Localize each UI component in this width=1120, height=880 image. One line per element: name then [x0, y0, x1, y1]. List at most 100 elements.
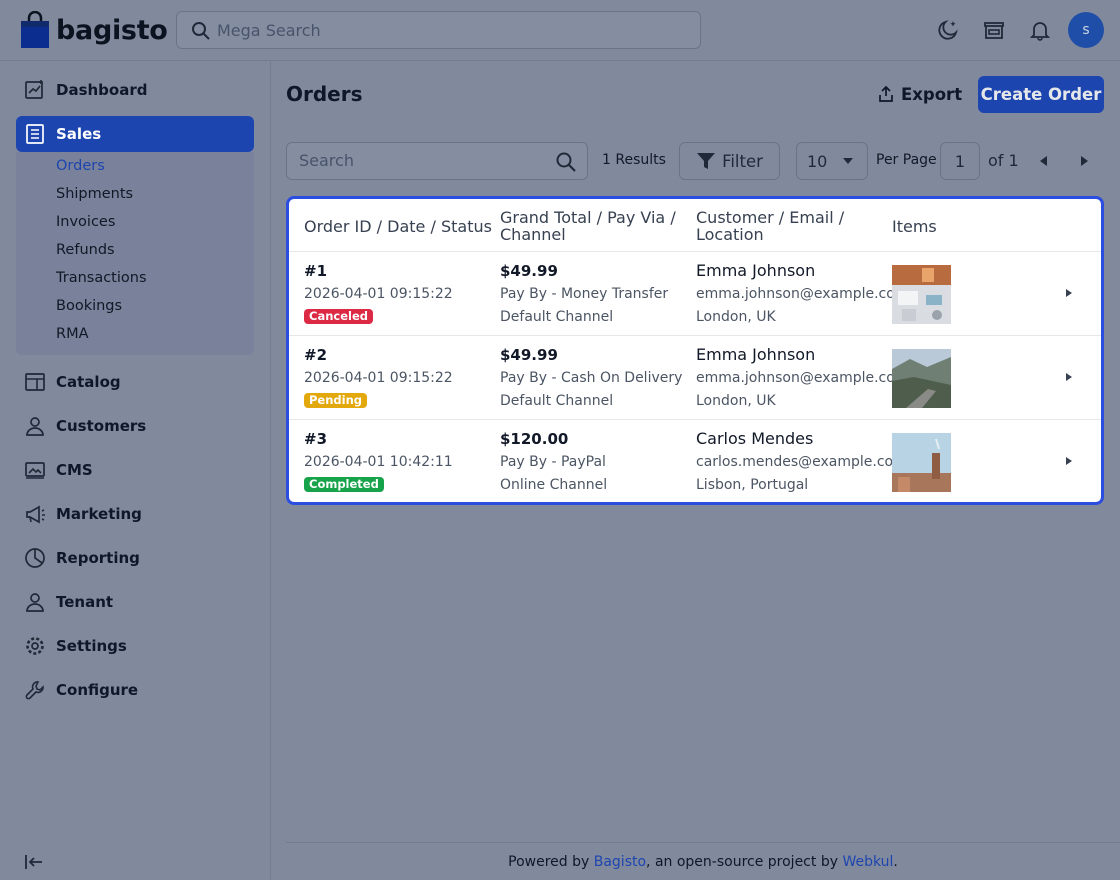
sidebar-item-label: Tenant: [56, 593, 114, 611]
customer-name: Emma Johnson: [696, 261, 816, 280]
customer-email: emma.johnson@example.com: [696, 286, 909, 302]
row-view-arrow-icon[interactable]: [1066, 373, 1072, 381]
sidebar-item-label: Reporting: [56, 549, 140, 567]
filter-button[interactable]: Filter: [679, 142, 780, 180]
header-items: Items: [892, 217, 937, 236]
grand-total: $49.99: [500, 262, 558, 280]
footer-suffix: .: [893, 853, 898, 870]
wrench-icon: [25, 681, 44, 700]
export-button[interactable]: Export: [877, 81, 962, 107]
sidebar-item-label: CMS: [56, 461, 93, 479]
row-view-arrow-icon[interactable]: [1066, 457, 1072, 465]
customer-name: Carlos Mendes: [696, 429, 814, 448]
header-customer[interactable]: Customer / Email / Location: [696, 209, 844, 243]
customer-location: London, UK: [696, 309, 776, 325]
footer-middle: , an open-source project by: [646, 853, 838, 870]
page-total-label: of 1: [988, 151, 1019, 170]
header-grand-total[interactable]: Grand Total / Pay Via / Channel: [500, 209, 676, 243]
filter-icon: [697, 153, 716, 169]
mega-search[interactable]: [176, 11, 701, 49]
per-page-select[interactable]: 10: [796, 142, 868, 180]
user-avatar[interactable]: s: [1068, 12, 1104, 48]
shopping-bag-icon: [21, 11, 49, 48]
orders-table: Order ID / Date / Status Grand Total / P…: [286, 196, 1104, 505]
sidebar-item-cms[interactable]: CMS: [16, 452, 254, 488]
customer-email: emma.johnson@example.com: [696, 370, 909, 386]
order-date: 2026-04-01 09:15:22: [304, 370, 453, 386]
submenu-item-orders[interactable]: Orders: [56, 158, 105, 174]
table-row[interactable]: #3 2026-04-01 10:42:11 Completed $120.00…: [289, 420, 1101, 502]
status-badge: Completed: [304, 477, 384, 492]
sidebar-item-tenant[interactable]: Tenant: [16, 584, 254, 620]
brand-name: bagisto: [56, 14, 168, 46]
sidebar-item-label: Configure: [56, 681, 139, 699]
sidebar-item-marketing[interactable]: Marketing: [16, 496, 254, 532]
channel: Default Channel: [500, 309, 614, 325]
submenu-item-transactions[interactable]: Transactions: [56, 270, 147, 286]
sidebar-item-customers[interactable]: Customers: [16, 408, 254, 444]
submenu-item-bookings[interactable]: Bookings: [56, 298, 122, 314]
table-row[interactable]: #2 2026-04-01 09:15:22 Pending $49.99 Pa…: [289, 336, 1101, 420]
customers-icon: [26, 417, 44, 436]
sidebar-item-label: Dashboard: [56, 81, 148, 99]
brand-logo[interactable]: bagisto: [20, 11, 168, 49]
pay-via: Pay By - PayPal: [500, 454, 606, 470]
sidebar-item-label: Marketing: [56, 505, 142, 523]
channel: Online Channel: [500, 477, 608, 493]
page-number-input[interactable]: 1: [940, 142, 980, 180]
sales-submenu: Orders Shipments Invoices Refunds Transa…: [16, 152, 254, 355]
footer-link-bagisto[interactable]: Bagisto: [594, 854, 646, 870]
sidebar-item-label: Sales: [56, 125, 102, 143]
orders-search[interactable]: [286, 142, 588, 180]
main-content: Orders Export Create Order 1 Results Fil…: [271, 61, 1120, 880]
footer: Powered by Bagisto, an open-source proje…: [286, 842, 1120, 880]
sidebar-item-settings[interactable]: Settings: [16, 628, 254, 664]
create-order-button[interactable]: Create Order: [978, 76, 1104, 113]
submenu-item-refunds[interactable]: Refunds: [56, 242, 115, 258]
orders-search-input[interactable]: [299, 151, 549, 170]
megaphone-icon: [26, 505, 45, 524]
sidebar-item-label: Catalog: [56, 373, 121, 391]
filter-label: Filter: [722, 151, 763, 171]
order-date: 2026-04-01 09:15:22: [304, 286, 453, 302]
search-icon[interactable]: [555, 151, 577, 173]
table-header: Order ID / Date / Status Grand Total / P…: [289, 199, 1101, 252]
submenu-item-invoices[interactable]: Invoices: [56, 214, 115, 230]
customer-email: carlos.mendes@example.com: [696, 454, 907, 470]
next-page-icon[interactable]: [1081, 156, 1088, 166]
customer-location: London, UK: [696, 393, 776, 409]
sidebar-item-dashboard[interactable]: Dashboard: [16, 72, 254, 108]
tenant-icon: [26, 593, 44, 612]
previous-page-icon[interactable]: [1040, 156, 1047, 166]
item-thumbnail: [892, 265, 951, 324]
header-order-id[interactable]: Order ID / Date / Status: [304, 218, 492, 235]
status-badge: Pending: [304, 393, 368, 408]
sidebar-item-catalog[interactable]: Catalog: [16, 364, 254, 400]
submenu-item-shipments[interactable]: Shipments: [56, 186, 133, 202]
sidebar-item-sales[interactable]: Sales: [16, 116, 254, 152]
search-icon: [192, 22, 210, 40]
sidebar-item-configure[interactable]: Configure: [16, 672, 254, 708]
table-row[interactable]: #1 2026-04-01 09:15:22 Canceled $49.99 P…: [289, 252, 1101, 336]
sidebar-item-reporting[interactable]: Reporting: [16, 540, 254, 576]
customer-name: Emma Johnson: [696, 345, 816, 364]
footer-link-webkul[interactable]: Webkul: [842, 854, 893, 870]
export-icon: [879, 85, 893, 102]
page-title: Orders: [286, 82, 363, 106]
order-id: #2: [304, 346, 328, 364]
export-label: Export: [901, 84, 963, 104]
cms-icon: [25, 462, 45, 479]
sidebar-item-label: Customers: [56, 417, 147, 435]
pay-via: Pay By - Money Transfer: [500, 286, 669, 302]
bell-icon[interactable]: [1028, 18, 1052, 42]
status-badge: Canceled: [304, 309, 373, 324]
dark-mode-icon[interactable]: [936, 18, 960, 42]
store-icon[interactable]: [982, 18, 1006, 42]
pie-chart-icon: [25, 548, 45, 568]
row-view-arrow-icon[interactable]: [1066, 289, 1072, 297]
submenu-item-rma[interactable]: RMA: [56, 326, 89, 342]
order-id: #3: [304, 430, 328, 448]
collapse-sidebar-icon[interactable]: [24, 852, 44, 872]
catalog-icon: [25, 373, 45, 391]
mega-search-input[interactable]: [217, 20, 677, 40]
